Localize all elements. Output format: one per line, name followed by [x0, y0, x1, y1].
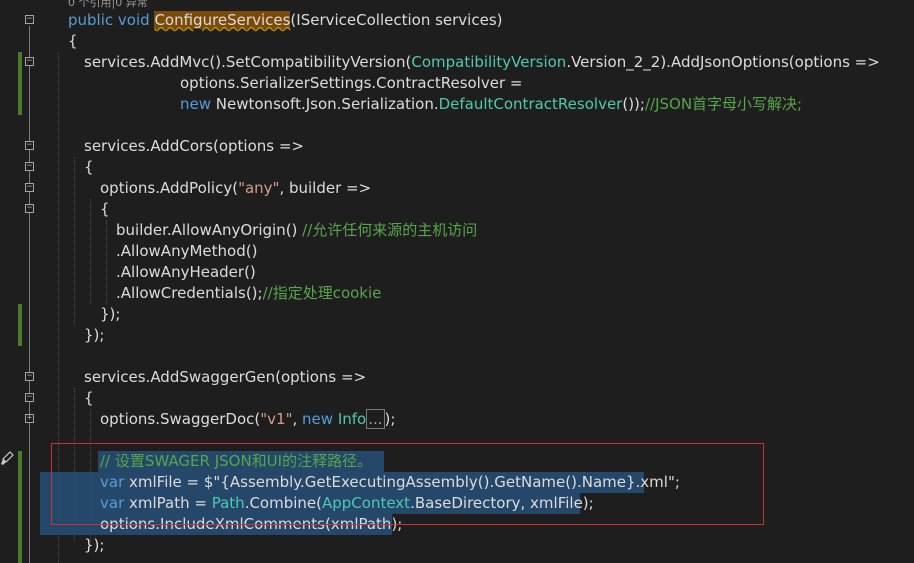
code-text: Newtonsoft.Json.Serialization.	[211, 95, 439, 113]
code-text: options.SwaggerDoc(	[100, 410, 261, 428]
keyword: new	[302, 410, 334, 428]
codelens[interactable]: 0 个引用|0 异常	[68, 0, 148, 10]
code-text: );	[384, 410, 396, 428]
indent-guide	[90, 199, 91, 304]
fold-toggle[interactable]: −	[25, 162, 34, 171]
code-line[interactable]: {	[100, 199, 110, 220]
fold-toggle[interactable]: −	[25, 183, 34, 192]
code-line[interactable]: builder.AllowAnyOrigin() //允许任何来源的主机访问	[116, 220, 477, 241]
code-text: services.AddMvc().SetCompatibilityVersio…	[84, 53, 412, 71]
code-line[interactable]: services.AddMvc().SetCompatibilityVersio…	[84, 52, 880, 73]
paintbrush-icon[interactable]	[0, 451, 14, 467]
fold-line	[29, 26, 30, 563]
code-text: , builder =>	[279, 179, 372, 197]
change-indicator	[18, 52, 22, 115]
type-name: Info	[333, 410, 367, 428]
indent-guide	[74, 157, 75, 325]
code-line[interactable]: {	[84, 388, 94, 409]
code-line[interactable]: .AllowCredentials();//指定处理cookie	[116, 283, 381, 304]
code-line[interactable]: });	[84, 535, 104, 556]
fold-toggle[interactable]: −	[25, 372, 34, 381]
fold-toggle[interactable]: −	[25, 393, 34, 402]
change-indicator	[18, 304, 22, 346]
glyph-margin	[0, 0, 18, 563]
code-text: services)	[430, 11, 503, 29]
type-name: CompatibilityVersion	[411, 53, 567, 71]
comment: //JSON首字母小写解决;	[644, 95, 803, 113]
code-editor[interactable]: − − − − − − − − + 0 个引用|0 异常 public void…	[0, 0, 914, 563]
code-line[interactable]: });	[100, 304, 120, 325]
code-line[interactable]: services.AddCors(options =>	[84, 136, 304, 157]
code-line[interactable]: {	[68, 31, 78, 52]
change-indicator	[18, 451, 22, 563]
fold-toggle-collapsed[interactable]: +	[25, 414, 34, 423]
keyword: void	[117, 11, 150, 29]
comment: //允许任何来源的主机访问	[297, 221, 478, 239]
fold-toggle[interactable]: −	[25, 141, 34, 150]
code-line[interactable]: });	[84, 325, 104, 346]
code-line[interactable]: options.SerializerSettings.ContractResol…	[180, 73, 522, 94]
code-text: .AllowCredentials();	[116, 284, 263, 302]
method-name[interactable]: ConfigureServices	[154, 11, 291, 29]
comment: //指定处理cookie	[262, 284, 382, 302]
indent-guide	[106, 220, 107, 304]
fold-toggle[interactable]: −	[25, 57, 34, 66]
code-line[interactable]: options.SwaggerDoc("v1", new Info...);	[100, 409, 395, 430]
code-text: options.AddPolicy(	[100, 179, 239, 197]
string-literal: "v1"	[260, 410, 293, 428]
code-line[interactable]: services.AddSwaggerGen(options =>	[84, 367, 366, 388]
type-name: IServiceCollection	[296, 11, 431, 29]
code-text: options.SerializerSettings.ContractResol…	[180, 74, 523, 92]
code-text: ,	[292, 410, 303, 428]
keyword: new	[180, 95, 212, 113]
code-line[interactable]: options.AddPolicy("any", builder =>	[100, 178, 371, 199]
code-text: ());	[622, 95, 645, 113]
code-line[interactable]: new Newtonsoft.Json.Serialization.Defaul…	[180, 94, 802, 115]
fold-toggle[interactable]: −	[25, 15, 34, 24]
code-line[interactable]: {	[84, 157, 94, 178]
code-line[interactable]: .AllowAnyHeader()	[116, 262, 256, 283]
code-text: .Version_2_2).AddJsonOptions(options =>	[566, 53, 880, 71]
type-name: DefaultContractResolver	[438, 95, 623, 113]
code-line[interactable]: public void ConfigureServices(IServiceCo…	[68, 10, 503, 31]
keyword: public	[68, 11, 114, 29]
code-text: services.AddCors(options =>	[84, 137, 304, 155]
highlight-box	[51, 443, 764, 525]
code-line[interactable]: .AllowAnyMethod()	[116, 241, 257, 262]
code-text: builder.AllowAnyOrigin()	[116, 221, 298, 239]
collapsed-region[interactable]: ...	[366, 409, 385, 429]
fold-toggle[interactable]: −	[25, 204, 34, 213]
code-text: services.AddSwaggerGen(options =>	[84, 368, 367, 386]
string-literal: "any"	[238, 179, 280, 197]
